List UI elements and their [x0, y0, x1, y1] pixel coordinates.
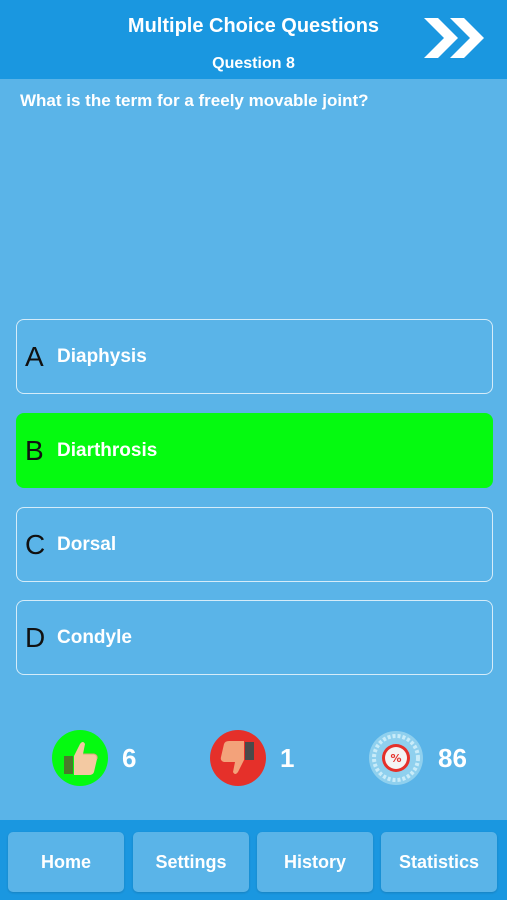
- question-text: What is the term for a freely movable jo…: [20, 91, 369, 110]
- statistics-button[interactable]: Statistics: [381, 832, 497, 892]
- thumbs-down-icon: [210, 730, 266, 786]
- bottom-navigation: Home Settings History Statistics: [0, 820, 507, 900]
- answer-letter: D: [25, 621, 46, 653]
- answer-option-d[interactable]: D Condyle: [16, 600, 493, 675]
- answer-letter: C: [25, 528, 46, 560]
- settings-button[interactable]: Settings: [133, 832, 249, 892]
- answer-text: Diarthrosis: [57, 439, 158, 461]
- correct-count-stat: 6: [52, 730, 136, 786]
- answer-text: Dorsal: [57, 533, 117, 555]
- answer-option-b[interactable]: B Diarthrosis: [16, 413, 493, 488]
- answer-text: Diaphysis: [57, 345, 147, 367]
- wrong-count-value: 1: [280, 742, 295, 773]
- answer-letter: B: [25, 434, 44, 466]
- svg-text:%: %: [390, 752, 401, 765]
- answer-letter: A: [25, 340, 44, 372]
- home-button[interactable]: Home: [8, 832, 124, 892]
- next-question-button[interactable]: [420, 12, 490, 64]
- percent-stat: % 86: [368, 730, 467, 786]
- header-bar: Multiple Choice Questions Question 8: [0, 0, 507, 79]
- percent-value: 86: [438, 742, 467, 773]
- double-chevron-right-icon: [424, 18, 484, 58]
- answer-text: Condyle: [57, 626, 132, 648]
- percent-badge-icon: %: [368, 730, 424, 786]
- answer-option-a[interactable]: A Diaphysis: [16, 319, 493, 394]
- app-root: Multiple Choice Questions Question 8 Wha…: [0, 0, 507, 900]
- answer-option-c[interactable]: C Dorsal: [16, 507, 493, 582]
- wrong-count-stat: 1: [210, 730, 294, 786]
- correct-count-value: 6: [122, 742, 137, 773]
- history-button[interactable]: History: [257, 832, 373, 892]
- thumbs-up-icon: [52, 730, 108, 786]
